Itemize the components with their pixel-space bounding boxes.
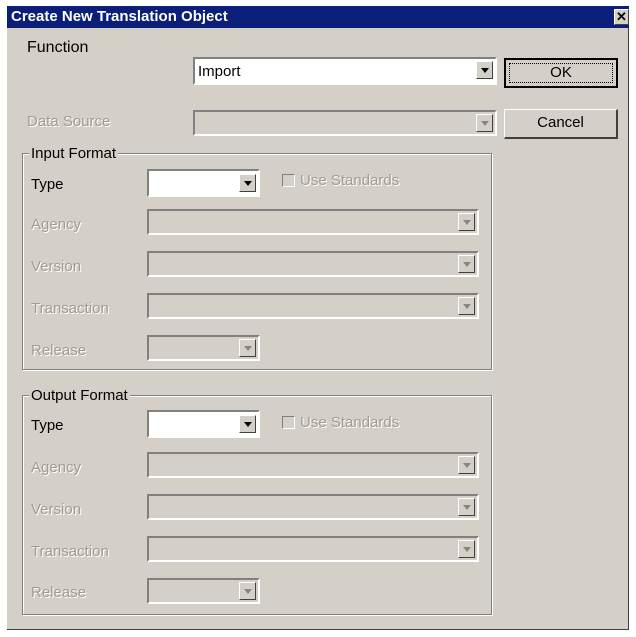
- output-transaction-dropdown: [147, 536, 479, 562]
- cancel-button[interactable]: Cancel: [504, 109, 618, 139]
- window-title: Create New Translation Object: [11, 8, 228, 25]
- chevron-down-icon: [463, 304, 471, 309]
- chevron-down-icon: [463, 505, 471, 510]
- chevron-down-icon: [244, 346, 252, 351]
- output-type-dropdown-arrow[interactable]: [239, 415, 256, 433]
- cancel-button-label: Cancel: [537, 114, 584, 131]
- input-type-label: Type: [31, 176, 64, 193]
- chevron-down-icon: [481, 121, 489, 126]
- chevron-down-icon: [481, 68, 489, 73]
- chevron-down-icon: [463, 547, 471, 552]
- output-transaction-label: Transaction: [31, 543, 109, 560]
- output-type-dropdown[interactable]: [147, 410, 260, 438]
- output-use-standards-checkbox: [282, 416, 295, 429]
- data-source-dropdown-arrow: [476, 114, 493, 132]
- close-icon: ✕: [616, 9, 627, 24]
- input-type-dropdown[interactable]: [147, 169, 260, 197]
- close-button[interactable]: ✕: [614, 9, 629, 25]
- input-type-dropdown-arrow[interactable]: [239, 174, 256, 192]
- chevron-down-icon: [244, 181, 252, 186]
- input-version-dropdown-arrow: [458, 255, 475, 273]
- chevron-down-icon: [244, 589, 252, 594]
- title-bar[interactable]: Create New Translation Object ✕: [7, 6, 629, 28]
- chevron-down-icon: [463, 463, 471, 468]
- input-agency-label: Agency: [31, 216, 82, 233]
- chevron-down-icon: [244, 422, 252, 427]
- input-agency-dropdown-arrow: [458, 213, 475, 231]
- ok-button[interactable]: OK: [504, 58, 618, 88]
- input-agency-dropdown: [147, 209, 479, 235]
- chevron-down-icon: [463, 262, 471, 267]
- input-release-label: Release: [31, 342, 87, 359]
- function-dropdown-arrow[interactable]: [476, 61, 493, 79]
- output-agency-label: Agency: [31, 459, 82, 476]
- function-label: Function: [27, 39, 89, 56]
- input-release-dropdown: [147, 335, 260, 361]
- output-agency-dropdown-arrow: [458, 456, 475, 474]
- input-version-label: Version: [31, 258, 82, 275]
- output-transaction-dropdown-arrow: [458, 540, 475, 558]
- data-source-dropdown: [193, 110, 497, 136]
- input-transaction-label: Transaction: [31, 300, 109, 317]
- input-use-standards-checkbox: [282, 174, 295, 187]
- chevron-down-icon: [463, 220, 471, 225]
- input-transaction-dropdown-arrow: [458, 297, 475, 315]
- create-translation-dialog: Create New Translation Object ✕ Function…: [7, 6, 629, 630]
- output-format-group-label: Output Format: [29, 387, 130, 404]
- output-agency-dropdown: [147, 452, 479, 478]
- input-format-group-label: Input Format: [29, 145, 119, 162]
- output-release-label: Release: [31, 584, 87, 601]
- output-version-label: Version: [31, 501, 82, 518]
- input-use-standards-label: Use Standards: [300, 172, 400, 189]
- output-version-dropdown: [147, 494, 479, 520]
- input-transaction-dropdown: [147, 293, 479, 319]
- output-use-standards-label: Use Standards: [300, 414, 400, 431]
- output-release-dropdown-arrow: [239, 582, 256, 600]
- output-version-dropdown-arrow: [458, 498, 475, 516]
- output-release-dropdown: [147, 578, 260, 604]
- function-value: Import: [198, 63, 241, 80]
- input-release-dropdown-arrow: [239, 339, 256, 357]
- data-source-label: Data Source: [27, 113, 111, 130]
- focus-rect: [509, 63, 613, 83]
- function-dropdown[interactable]: Import: [193, 57, 497, 85]
- output-type-label: Type: [31, 417, 64, 434]
- input-version-dropdown: [147, 251, 479, 277]
